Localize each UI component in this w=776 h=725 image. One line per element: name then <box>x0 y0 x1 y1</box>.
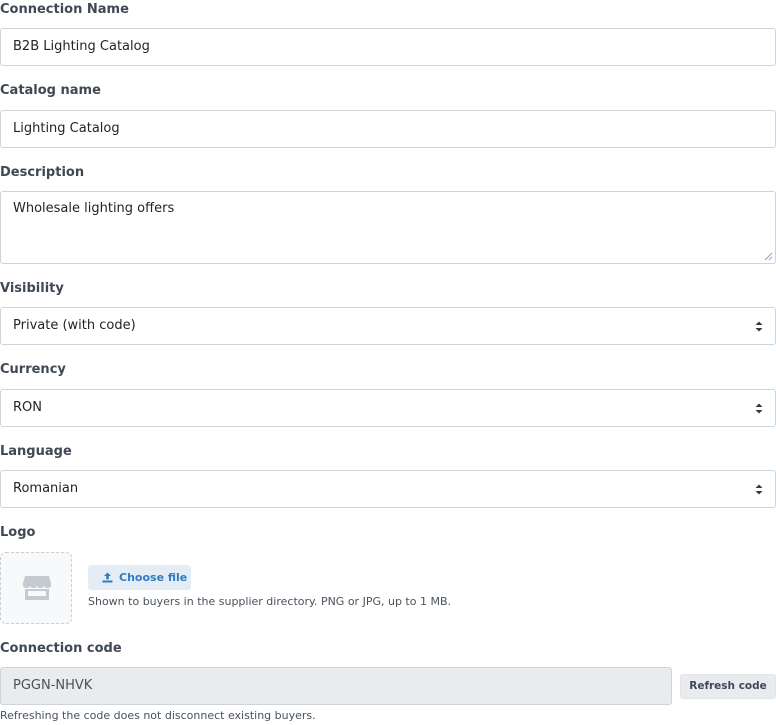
catalog-name-input[interactable]: Lighting Catalog <box>0 110 776 148</box>
description-label: Description <box>0 165 85 180</box>
description-text: Wholesale lighting offers <box>13 201 175 216</box>
resize-grip-icon[interactable] <box>764 252 773 261</box>
select-arrows-icon <box>755 403 763 414</box>
connection-code-input[interactable]: PGGN-NHVK <box>0 667 672 705</box>
logo-hint: Shown to buyers in the supplier director… <box>88 595 451 608</box>
language-value: Romanian <box>13 481 79 496</box>
currency-label: Currency <box>0 362 66 377</box>
refresh-code-button[interactable]: Refresh code <box>680 674 776 699</box>
description-textarea[interactable]: Wholesale lighting offers <box>0 191 776 264</box>
language-label: Language <box>0 444 72 459</box>
choose-file-label: Choose file <box>119 571 188 584</box>
language-select[interactable]: Romanian <box>0 470 776 508</box>
logo-label: Logo <box>0 525 36 540</box>
visibility-value: Private (with code) <box>13 318 136 333</box>
currency-value: RON <box>13 400 42 415</box>
connection-name-label: Connection Name <box>0 2 129 17</box>
currency-select[interactable]: RON <box>0 389 776 427</box>
logo-preview <box>0 552 72 624</box>
connection-code-hint: Refreshing the code does not disconnect … <box>0 709 316 722</box>
visibility-label: Visibility <box>0 281 64 296</box>
connection-code-label: Connection code <box>0 641 122 656</box>
storefront-icon <box>23 576 51 600</box>
upload-icon <box>102 572 113 583</box>
select-arrows-icon <box>755 321 763 332</box>
catalog-name-label: Catalog name <box>0 83 101 98</box>
select-arrows-icon <box>755 484 763 495</box>
connection-name-input[interactable]: B2B Lighting Catalog <box>0 28 776 66</box>
visibility-select[interactable]: Private (with code) <box>0 307 776 345</box>
choose-file-button[interactable]: Choose file <box>88 565 191 590</box>
